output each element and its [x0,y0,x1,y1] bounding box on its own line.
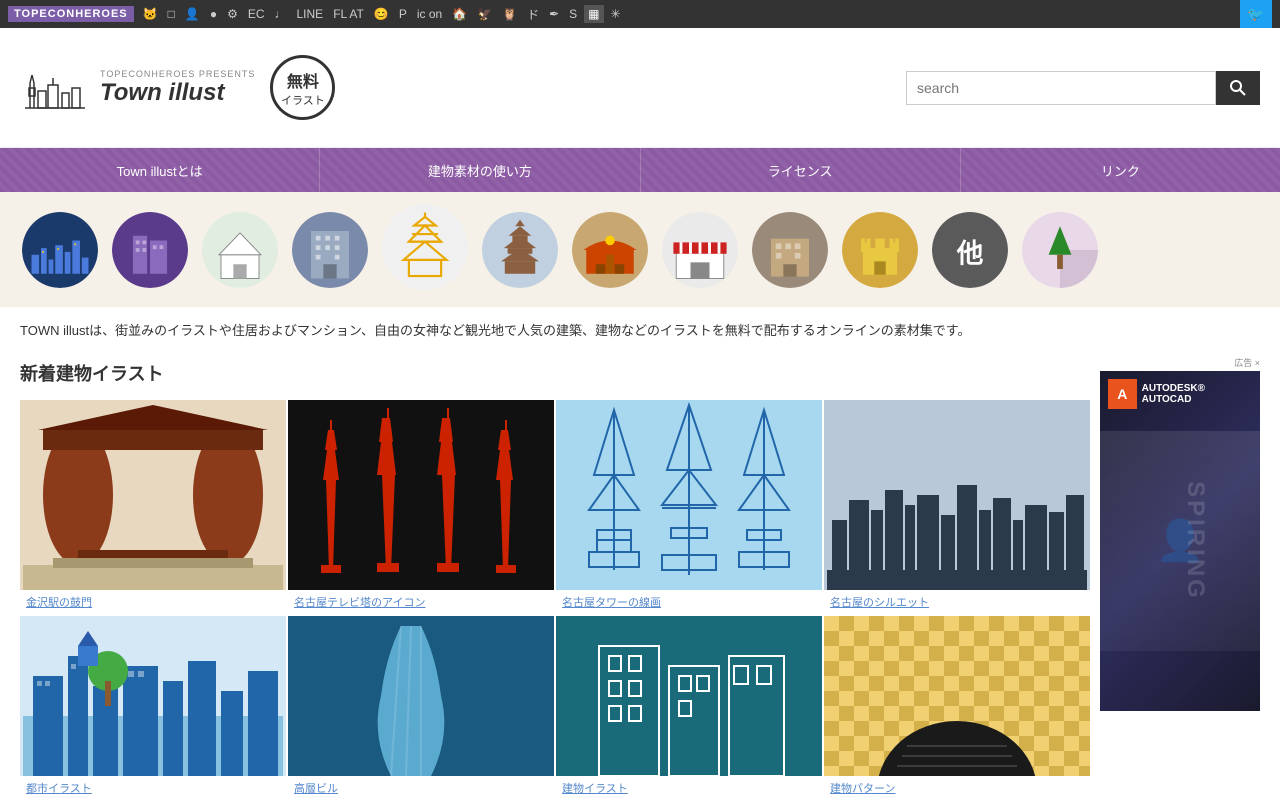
site-description: TOWN illustは、街並みのイラストや住居およびマンション、自由の女神など… [0,307,1280,356]
cat-icon-s[interactable]: S [566,5,580,23]
main-content: 新着建物イラスト [0,356,1280,800]
grid-item-checkered[interactable]: 建物パターン [824,616,1090,800]
grid-item-nagoya-silhouette[interactable]: 名古屋のシルエット [824,400,1090,614]
nav-license[interactable]: ライセンス [641,148,961,192]
grid-item-city-blue[interactable]: 都市イラスト [20,616,286,800]
cat-icon-p[interactable]: P [396,5,410,23]
cat-icon-grid[interactable]: ▦ [584,5,603,23]
cat-icon-4[interactable]: ● [207,5,220,23]
cat-icon-owl[interactable]: 🦉 [499,5,520,23]
cat-icon-bird[interactable]: 🦅 [474,5,495,23]
nav-links[interactable]: リンク [961,148,1280,192]
main-navigation: Town illustとは 建物素材の使い方 ライセンス リンク [0,148,1280,192]
search-area [906,71,1260,105]
cat-icon-house[interactable]: 🏠 [449,5,470,23]
section-title: 新着建物イラスト [20,356,1090,386]
cat-icon-pen[interactable]: ✒ [546,5,562,23]
svg-text:他: 他 [956,238,984,268]
brand-logo[interactable]: TOPECONHEROES [8,6,134,22]
cat-building-brown[interactable] [750,210,830,290]
grid-item-nagoya-dark[interactable]: 名古屋テレビ塔のアイコン [288,400,554,614]
cat-icon-1[interactable]: 🐱 [140,5,161,23]
nav-about[interactable]: Town illustとは [0,148,320,192]
autocad-text: AUTODESK® AUTOCAD [1142,383,1252,405]
cat-icon-line[interactable]: LINE [294,5,327,23]
cat-icon-2[interactable]: □ [165,5,178,23]
description-text: TOWN illustは、街並みのイラストや住居およびマンション、自由の女神など… [20,323,971,338]
grid-item-tall-building[interactable]: 高層ビル [288,616,554,800]
category-row: 他 [0,192,1280,307]
top-nav-icons: 🐱 □ 👤 ● ⚙ EC ♩ LINE FL AT 😊 P ic on 🏠 🦅 … [140,4,624,25]
grid-item-nagoya-line[interactable]: 名古屋タワーの線画 [556,400,822,614]
logo-subtitle: TOPECONHEROES PRESENTS [100,69,255,79]
twitter-button[interactable]: 🐦 [1240,0,1272,28]
logo-text-area: TOPECONHEROES PRESENTS Town illust [100,69,255,107]
site-header: TOPECONHEROES PRESENTS Town illust 無料 イラ… [0,28,1280,148]
cat-city-night[interactable] [20,210,100,290]
ad-text-overlay: SPIRING [1181,481,1209,601]
cat-icon-music[interactable]: ♩ [272,5,290,23]
cat-pagoda[interactable] [480,210,560,290]
grid-item-teal-building[interactable]: 建物イラスト [556,616,822,800]
content-area: 新着建物イラスト [20,356,1090,800]
cat-shop[interactable] [660,210,740,290]
autocad-logo-icon: A [1108,379,1137,409]
logo-badge: 無料 イラスト [270,55,335,120]
search-input[interactable] [906,71,1216,105]
cat-house[interactable] [200,210,280,290]
cat-building-purple[interactable] [110,210,190,290]
search-icon [1229,79,1247,97]
search-button[interactable] [1216,71,1260,105]
cat-temple[interactable] [570,210,650,290]
ad-header: A AUTODESK® AUTOCAD [1108,379,1252,419]
cat-icon-ec[interactable]: EC [245,5,268,23]
logo-icon [20,53,90,123]
logo-main-text: Town illust [100,79,255,107]
cat-icon-5[interactable]: ⚙ [224,5,241,23]
ad-sidebar: 広告 × A AUTODESK® AUTOCAD 👤 SPIRING [1100,356,1260,800]
cat-tower[interactable] [380,202,470,292]
ad-label: 広告 × [1100,356,1260,369]
autocad-logo: A AUTODESK® AUTOCAD [1108,379,1252,409]
ad-content: A AUTODESK® AUTOCAD 👤 SPIRING [1100,371,1260,711]
cat-icon-flat[interactable]: FL AT [330,5,367,23]
grid-item-kanazawa[interactable]: 金沢駅の鼓門 [20,400,286,614]
cat-other[interactable]: 他 [930,210,1010,290]
cat-icon-star[interactable]: ✳ [608,5,624,23]
ad-box[interactable]: A AUTODESK® AUTOCAD 👤 SPIRING [1100,371,1260,711]
cat-castle[interactable] [840,210,920,290]
cat-icon-3[interactable]: 👤 [182,5,203,23]
nav-howto[interactable]: 建物素材の使い方 [320,148,640,192]
logo-area: TOPECONHEROES PRESENTS Town illust 無料 イラ… [20,53,335,123]
image-grid: 金沢駅の鼓門 [20,400,1090,800]
cat-hotel[interactable] [290,210,370,290]
cat-icon-dr[interactable]: ド [524,4,542,25]
cat-icon-ic[interactable]: ic on [414,5,445,23]
badge-top-text: 無料 [287,68,319,92]
cat-nature[interactable] [1020,210,1100,290]
badge-bottom-text: イラスト [281,92,325,108]
cat-icon-smile[interactable]: 😊 [371,5,392,23]
ad-close-btn[interactable]: × [1255,358,1260,368]
top-navigation: TOPECONHEROES 🐱 □ 👤 ● ⚙ EC ♩ LINE FL AT … [0,0,1280,28]
